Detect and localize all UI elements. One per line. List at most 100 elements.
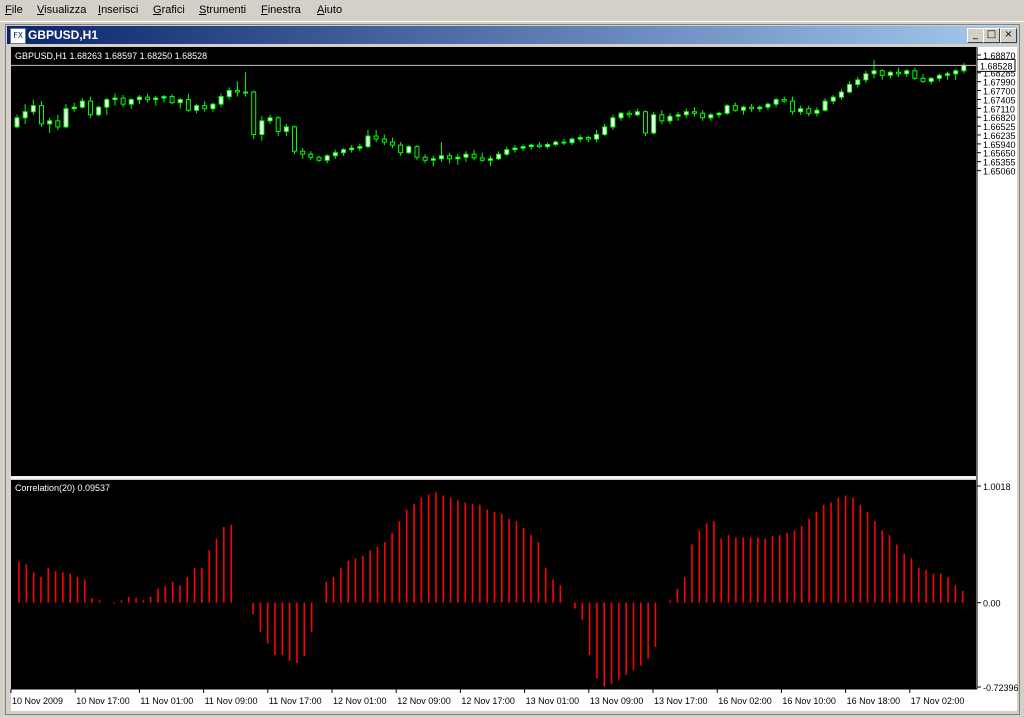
price-panel [11,47,976,476]
indicator-tick-label: 1.0018 [983,482,1011,492]
candle-body [553,141,559,146]
candle-body [153,97,159,101]
candle-body [716,112,722,116]
candle-body [561,141,567,144]
candle-body [308,153,314,158]
candle-body [610,117,616,128]
candle-body [120,97,126,105]
time-tick-label: 11 Nov 09:00 [205,696,258,706]
candle-body [528,144,534,148]
candle-body [634,111,640,116]
time-tick-label: 13 Nov 01:00 [526,696,580,706]
candle-body [594,133,600,140]
candle-body [185,99,191,111]
candle-body [496,153,502,160]
candle-body [259,120,265,135]
candle-body [887,71,893,76]
candle-body [487,158,493,161]
candle-body [422,156,428,161]
candle-body [169,96,175,104]
candle-body [928,77,934,82]
candle-body [251,91,257,135]
candle [292,125,298,155]
candle-body [234,89,240,93]
candle-body [667,115,673,122]
candle-body [479,157,485,161]
candle-body [545,144,551,148]
indicator-label: Correlation(20) 0.09537 [15,483,110,493]
candle-body [104,99,110,108]
candle-body [340,149,346,154]
candle-body [210,103,216,110]
candle-body [863,73,869,81]
candle-body [830,96,836,102]
indicator-tick-label: -0.72396 [983,683,1019,693]
candle-body [349,147,355,151]
candle-body [536,144,542,148]
candle-body [218,96,224,105]
candle-body [112,97,118,101]
candle-body [243,91,249,94]
candle-body [22,111,28,119]
candle-body [194,105,200,111]
candle-body [781,99,787,102]
candle-body [838,91,844,98]
candle-body [691,111,697,114]
candle-body [577,137,583,140]
candle-body [651,114,657,134]
candle-body [847,83,853,93]
time-tick-label: 11 Nov 17:00 [269,696,322,706]
candle-body [912,70,918,79]
candle-body [855,79,861,85]
candle-body [406,146,412,154]
bid-price-label: 1.68528 [980,61,1013,71]
candle-body [128,99,134,105]
candle-body [177,99,183,104]
chart-svg[interactable]: 1.688701.682851.679901.677001.674051.671… [0,0,1024,717]
candle-body [136,96,142,101]
candle-body [740,106,746,111]
candle-body [267,117,273,122]
candle-body [447,155,453,160]
time-tick-label: 17 Nov 02:00 [911,696,965,706]
time-tick-label: 16 Nov 18:00 [847,696,901,706]
price-info-label: GBPUSD,H1 1.68263 1.68597 1.68250 1.6852… [15,51,207,61]
time-tick-label: 10 Nov 17:00 [76,696,130,706]
candle-body [79,100,85,108]
candle-body [455,156,461,160]
candle-body [896,71,902,75]
candle-body [292,126,298,152]
candle-body [300,150,306,155]
indicator-tick-label: 0.00 [983,599,1001,609]
candle-body [71,106,77,110]
candle-body [626,112,632,116]
candle-body [357,146,363,149]
candle-body [520,146,526,149]
candle-body [749,106,755,110]
candle-body [618,112,624,119]
candle-body [438,155,444,160]
candle [406,145,412,155]
time-tick-label: 16 Nov 10:00 [782,696,836,706]
candle-body [708,114,714,119]
candle-body [14,117,20,128]
candle-body [879,70,885,76]
price-tick-label: 1.65060 [983,167,1016,177]
time-tick-label: 12 Nov 01:00 [333,696,387,706]
candle-body [414,146,420,158]
candle-body [700,112,706,119]
candle-body [161,96,167,99]
candle-body [871,70,877,75]
candle-body [275,117,281,132]
candle-body [87,100,93,116]
candle-body [389,141,395,146]
time-tick-label: 13 Nov 09:00 [590,696,644,706]
candle-body [920,77,926,82]
candle-body [47,120,53,125]
candle-body [822,100,828,111]
candle-body [773,99,779,105]
time-tick-label: 12 Nov 17:00 [461,696,515,706]
candle-body [365,135,371,148]
candle-body [471,153,477,159]
time-tick-label: 16 Nov 02:00 [718,696,772,706]
